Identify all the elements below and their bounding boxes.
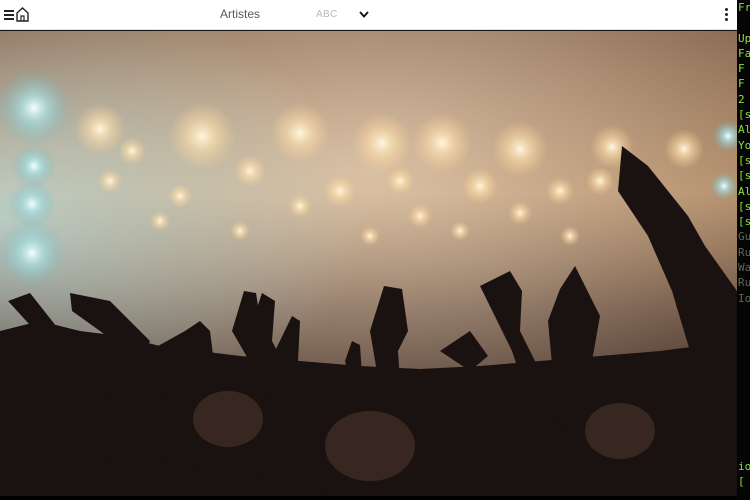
terminal-line: [ bbox=[738, 475, 745, 489]
terminal-line: Io bbox=[738, 291, 750, 305]
terminal-line: [s bbox=[738, 169, 750, 183]
terminal-line: Fa bbox=[738, 46, 750, 60]
terminal-window-strip: Fr Up Fa F F 2 [s Al Yo [s [s Al [s [s Gu Ru Wa Ru Io … bbox=[737, 0, 750, 500]
more-vertical-icon[interactable] bbox=[723, 7, 731, 23]
terminal-line: Ru bbox=[738, 276, 750, 290]
terminal-line: F bbox=[738, 77, 745, 91]
terminal-line: Wa bbox=[738, 261, 750, 275]
home-icon[interactable] bbox=[16, 7, 29, 22]
terminal-line: F bbox=[738, 62, 745, 76]
terminal-line: Up bbox=[738, 31, 750, 45]
sort-selector-label[interactable]: ABC bbox=[316, 9, 337, 20]
terminal-line: [s bbox=[738, 215, 750, 229]
terminal-line: [s bbox=[738, 153, 750, 167]
page-title: Artistes bbox=[220, 7, 261, 21]
terminal-line: [s bbox=[738, 199, 750, 213]
terminal-line: Ru bbox=[738, 245, 750, 259]
concert-hero-image bbox=[0, 31, 737, 496]
chevron-down-icon[interactable] bbox=[358, 8, 370, 20]
terminal-line: Al bbox=[738, 123, 750, 137]
top-app-bar: Artistes ABC bbox=[0, 0, 737, 30]
terminal-line: io bbox=[738, 459, 750, 473]
terminal-line: Fr bbox=[738, 1, 750, 14]
terminal-line: Gu bbox=[738, 230, 750, 244]
terminal-line: Yo bbox=[738, 138, 750, 152]
music-app-window: Artistes ABC bbox=[0, 0, 737, 496]
terminal-line: 2 bbox=[738, 92, 745, 106]
terminal-line: Al bbox=[738, 184, 750, 198]
terminal-line: [s bbox=[738, 108, 750, 122]
menu-icon[interactable] bbox=[4, 8, 14, 22]
